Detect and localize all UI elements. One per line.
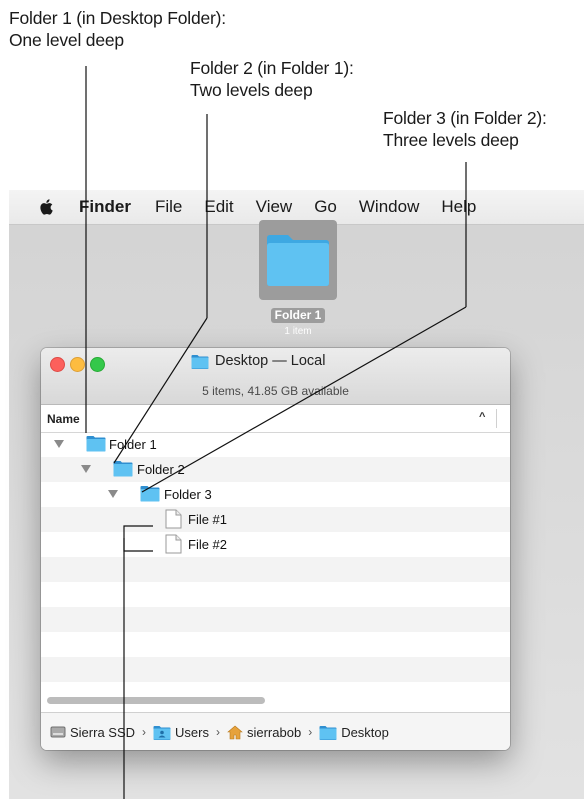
leader-line-folder-3	[141, 306, 467, 493]
leader-bracket-files	[123, 525, 153, 552]
callout-leader-lines	[85, 66, 467, 799]
leader-line-folder-2	[113, 317, 208, 464]
